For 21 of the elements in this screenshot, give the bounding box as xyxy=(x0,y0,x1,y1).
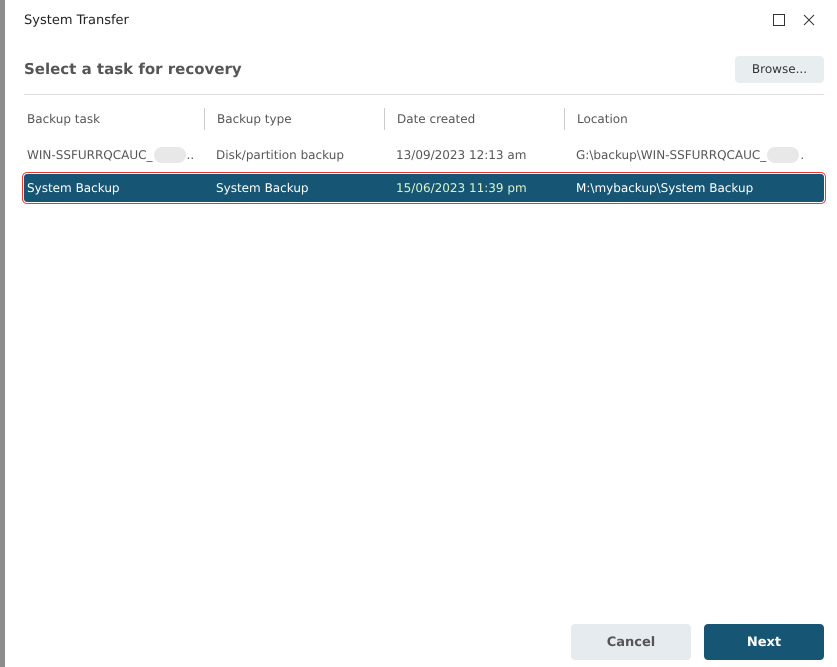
table-cell-text: 15/06/2023 11:39 pm xyxy=(395,181,528,195)
table-cell-text: 13/09/2023 12:13 am xyxy=(395,148,528,162)
table-cell-text: Disk/partition backup xyxy=(215,148,345,162)
maximize-icon[interactable] xyxy=(773,14,785,26)
table-cell-text: M:\mybackup\System Backup xyxy=(575,181,754,195)
close-icon[interactable] xyxy=(803,14,815,26)
table-row[interactable]: WIN-SSFURRQCAUC_ .. Disk/partition backup 13/09/2023 12:13 am G:\backup\WIN-SSFURRQCAUC_ . xyxy=(24,141,824,169)
next-button[interactable]: Next xyxy=(704,624,824,660)
table-cell-text: WIN-SSFURRQCAUC_ .. xyxy=(26,147,196,163)
table-cell-text: System Backup xyxy=(26,181,121,195)
column-header[interactable]: Date created xyxy=(384,108,564,130)
browse-button[interactable]: Browse... xyxy=(735,56,824,82)
column-header[interactable]: Backup task xyxy=(24,108,204,130)
cancel-button[interactable]: Cancel xyxy=(571,624,691,660)
column-header[interactable]: Backup type xyxy=(204,108,384,130)
table-cell-text: G:\backup\WIN-SSFURRQCAUC_ . xyxy=(575,147,806,163)
window-title: System Transfer xyxy=(24,12,130,28)
section-heading: Select a task for recovery xyxy=(24,60,242,78)
table-cell-text: System Backup xyxy=(215,181,310,195)
table-row[interactable]: System Backup System Backup 15/06/2023 11:39 pm M:\mybackup\System Backup xyxy=(24,174,824,202)
column-header[interactable]: Location xyxy=(564,108,824,130)
